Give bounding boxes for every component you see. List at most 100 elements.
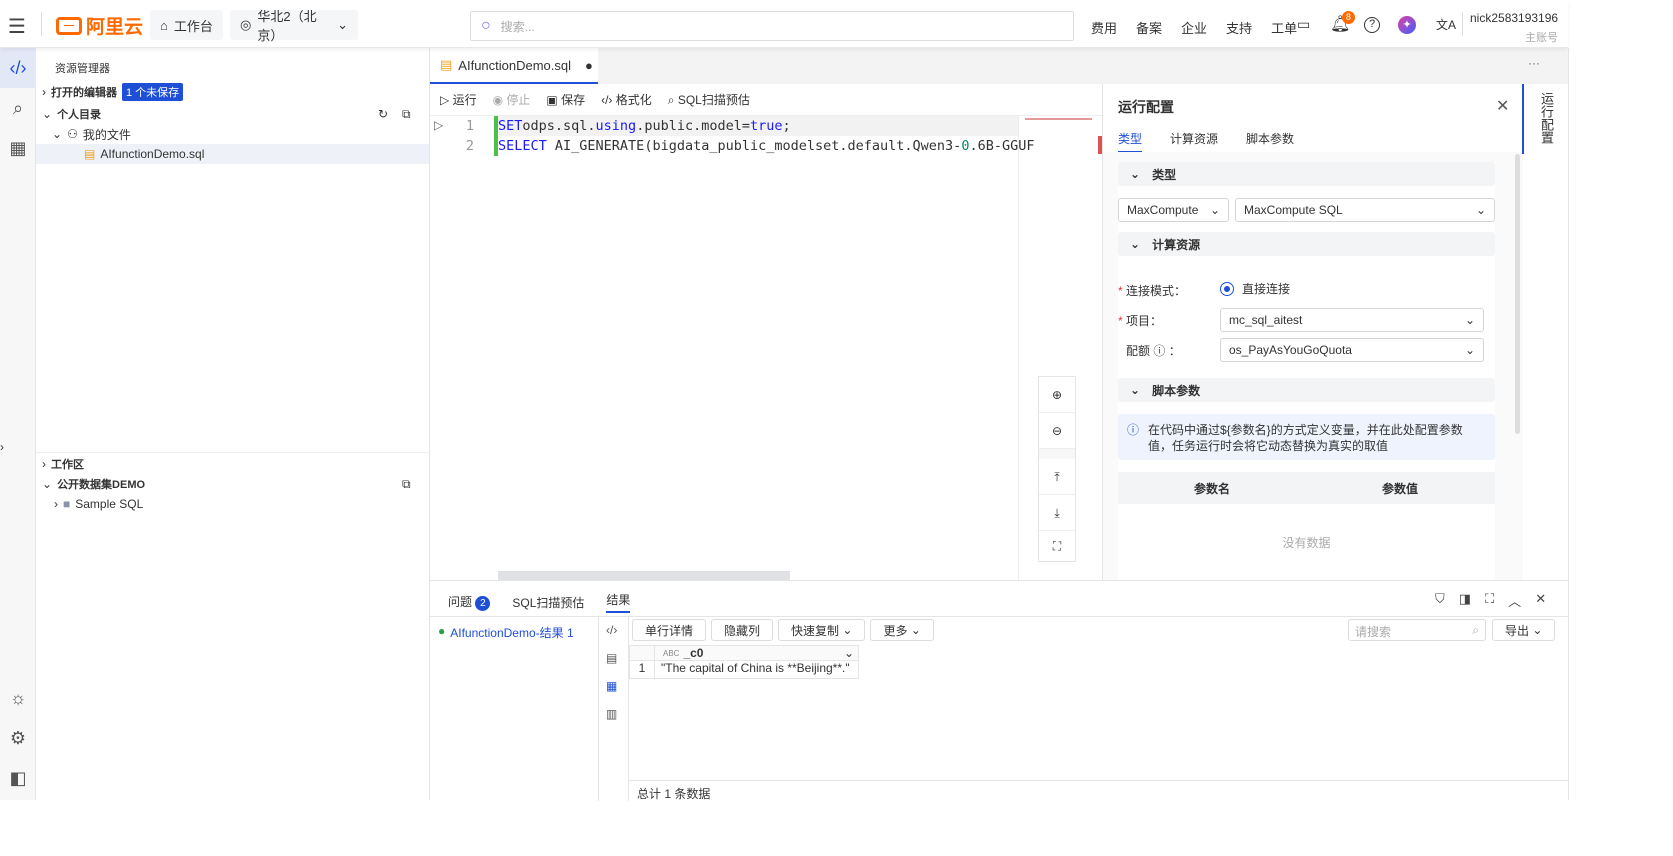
hide-columns-button[interactable]: 隐藏列 (711, 619, 773, 641)
row-number: 1 (630, 661, 655, 678)
file-item[interactable]: ▤AIfunctionDemo.sql (36, 144, 429, 164)
type-section-header[interactable]: ⌄类型 (1118, 162, 1495, 186)
table-row[interactable]: 1"The capital of China is **Beijing**." (629, 661, 859, 679)
code-token: SET (498, 118, 522, 134)
collapse-all-icon[interactable]: ⧉ (402, 107, 411, 122)
editor-tab[interactable]: ▤AIfunctionDemo.sql● (430, 48, 598, 84)
settings-icon[interactable]: ⚙ (0, 718, 36, 758)
engine-select[interactable]: MaxCompute⌄ (1118, 198, 1229, 222)
sample-sql-folder[interactable]: ›■Sample SQL (54, 494, 143, 514)
theme-icon[interactable]: ☼ (0, 678, 36, 718)
row-detail-button[interactable]: 单行详情 (632, 619, 706, 641)
save-button[interactable]: ▣ 保存 (546, 91, 585, 108)
language-icon[interactable]: 文A (1436, 16, 1456, 33)
cell-value[interactable]: "The capital of China is **Beijing**." (655, 661, 850, 678)
code-token: AI_GENERATE( (547, 138, 653, 154)
activity-bar: ‹/› ⌕ ▦ ☼ ⚙ ◧ (0, 48, 36, 800)
scroll-bottom-icon[interactable]: ⤓ (1039, 495, 1075, 531)
quick-copy-button[interactable]: 快速复制 ⌄ (778, 619, 865, 641)
code-line[interactable]: 2SELECT AI_GENERATE(bigdata_public_model… (430, 136, 1034, 156)
help-icon: ⓘ (1153, 344, 1165, 358)
refresh-icon[interactable]: ↻ (378, 107, 388, 121)
scroll-top-icon[interactable]: ⤒ (1039, 459, 1075, 495)
result-search-input[interactable]: 请搜索⌕ (1348, 619, 1486, 641)
filter-icon[interactable]: ⛉ (1435, 591, 1445, 610)
folder-icon: ■ (63, 497, 70, 511)
chart-view-icon[interactable]: ▥ (606, 707, 617, 721)
direct-connect-radio[interactable]: 直接连接 (1220, 280, 1290, 297)
close-icon[interactable]: ✕ (1496, 96, 1509, 116)
params-table-header: 参数名参数值 (1118, 472, 1495, 504)
nav-icp[interactable]: 备案 (1136, 18, 1162, 37)
compute-section-header[interactable]: ⌄计算资源 (1118, 232, 1495, 256)
ai-assistant-icon[interactable]: ✦ (1398, 16, 1416, 34)
tab-sql-scan[interactable]: SQL扫描预估 (512, 594, 584, 611)
project-select[interactable]: mc_sql_aitest⌄ (1220, 308, 1484, 332)
script-params-section-header[interactable]: ⌄脚本参数 (1118, 378, 1495, 402)
result-item[interactable]: ●AIfunctionDemo-结果 1 (438, 624, 574, 641)
aliyun-logo[interactable]: —阿里云 (56, 12, 143, 39)
table-view-icon[interactable]: ▦ (606, 679, 617, 693)
collapse-sidebar-icon[interactable]: ◧ (0, 758, 36, 798)
run-config-side-tab[interactable]: 运行配置 (1522, 84, 1568, 154)
export-button[interactable]: 导出 ⌄ (1492, 619, 1555, 641)
horizontal-scrollbar[interactable] (498, 571, 790, 580)
region-select[interactable]: ◎华北2（北京）⌄ (230, 10, 358, 40)
run-button[interactable]: ▷ 运行 (440, 91, 477, 108)
zoom-out-icon[interactable]: ⊖ (1039, 413, 1075, 449)
tab-results[interactable]: 结果 (606, 591, 630, 613)
format-button[interactable]: ‹/› 格式化 (601, 91, 652, 108)
search-data-icon[interactable]: ⌕ (0, 88, 36, 128)
code-line[interactable]: 1SETodps.sql.using.public.model=true; (430, 116, 1034, 136)
maximize-icon[interactable]: ⛶ (1485, 591, 1494, 610)
collapse-up-icon[interactable]: ︿ (1508, 591, 1521, 610)
code-view-icon[interactable]: ‹/› (606, 623, 617, 637)
nav-billing[interactable]: 费用 (1091, 18, 1117, 37)
column-header[interactable]: ABC_c0⌄ (655, 646, 858, 660)
personal-dir-section[interactable]: ⌄个人目录 ↻⧉ (42, 104, 422, 124)
chevron-right-icon: › (42, 85, 46, 99)
select-all-corner[interactable] (630, 646, 655, 660)
tab-type[interactable]: 类型 (1118, 130, 1142, 153)
code-editor[interactable]: ▷ 1SETodps.sql.using.public.model=true;2… (430, 116, 1102, 580)
engine-type-select[interactable]: MaxCompute SQL⌄ (1235, 198, 1495, 222)
close-icon[interactable]: ✕ (1535, 591, 1546, 610)
stop-button[interactable]: ◉ 停止 (493, 91, 531, 108)
username[interactable]: nick2583193196 (1470, 11, 1558, 25)
nav-enterprise[interactable]: 企业 (1181, 18, 1207, 37)
config-scrollbar[interactable] (1515, 154, 1520, 434)
search-input[interactable]: ○搜索... (470, 11, 1074, 41)
my-files-folder[interactable]: ⌄⚇我的文件 (52, 124, 131, 144)
workbench-button[interactable]: ⌂工作台 (150, 10, 223, 40)
split-panel-icon[interactable]: ◨ (1459, 591, 1471, 610)
table-icon[interactable]: ▦ (0, 128, 36, 168)
code-explorer-icon[interactable]: ‹/› (0, 48, 36, 88)
expand-handle-icon[interactable]: › (0, 440, 4, 454)
notification-badge: 8 (1342, 11, 1355, 24)
collapse-all-icon: ⧉ (402, 477, 411, 492)
log-icon[interactable]: ▤ (606, 651, 617, 665)
zoom-in-icon[interactable]: ⊕ (1039, 377, 1075, 413)
tab-compute[interactable]: 计算资源 (1170, 130, 1218, 153)
chevron-down-icon: ⌄ (42, 107, 52, 121)
problem-count-badge: 2 (475, 596, 490, 611)
fit-screen-icon[interactable]: ⛶ (1039, 531, 1075, 561)
workspace-section[interactable]: ›工作区 (42, 454, 84, 474)
public-dataset-section[interactable]: ⌄公开数据集DEMO⧉ (42, 474, 422, 494)
explorer-panel: 资源管理器 ›打开的编辑器1 个未保存 ⌄个人目录 ↻⧉ ⌄⚇我的文件 ▤AIf… (36, 48, 430, 800)
menu-icon[interactable]: ☰ (8, 14, 26, 39)
nav-ticket[interactable]: 工单 (1271, 18, 1297, 37)
tab-script-params[interactable]: 脚本参数 (1246, 130, 1294, 153)
terminal-icon[interactable]: ▭ (1297, 16, 1310, 33)
quota-select[interactable]: os_PayAsYouGoQuota⌄ (1220, 338, 1484, 362)
more-icon[interactable]: ··· (1528, 56, 1540, 70)
code-token: odps.sql. (522, 118, 595, 134)
help-icon[interactable]: ? (1364, 17, 1380, 33)
editor-toolbar: ▷ 运行 ◉ 停止 ▣ 保存 ‹/› 格式化 ⌕ SQL扫描预估 (430, 84, 1102, 116)
project-label: 项目： (1126, 314, 1162, 328)
open-editors-section[interactable]: ›打开的编辑器1 个未保存 (42, 82, 183, 102)
sql-scan-button[interactable]: ⌕ SQL扫描预估 (668, 91, 750, 108)
more-button[interactable]: 更多 ⌄ (870, 619, 933, 641)
tab-problems[interactable]: 问题 2 (448, 593, 490, 611)
nav-support[interactable]: 支持 (1226, 18, 1252, 37)
